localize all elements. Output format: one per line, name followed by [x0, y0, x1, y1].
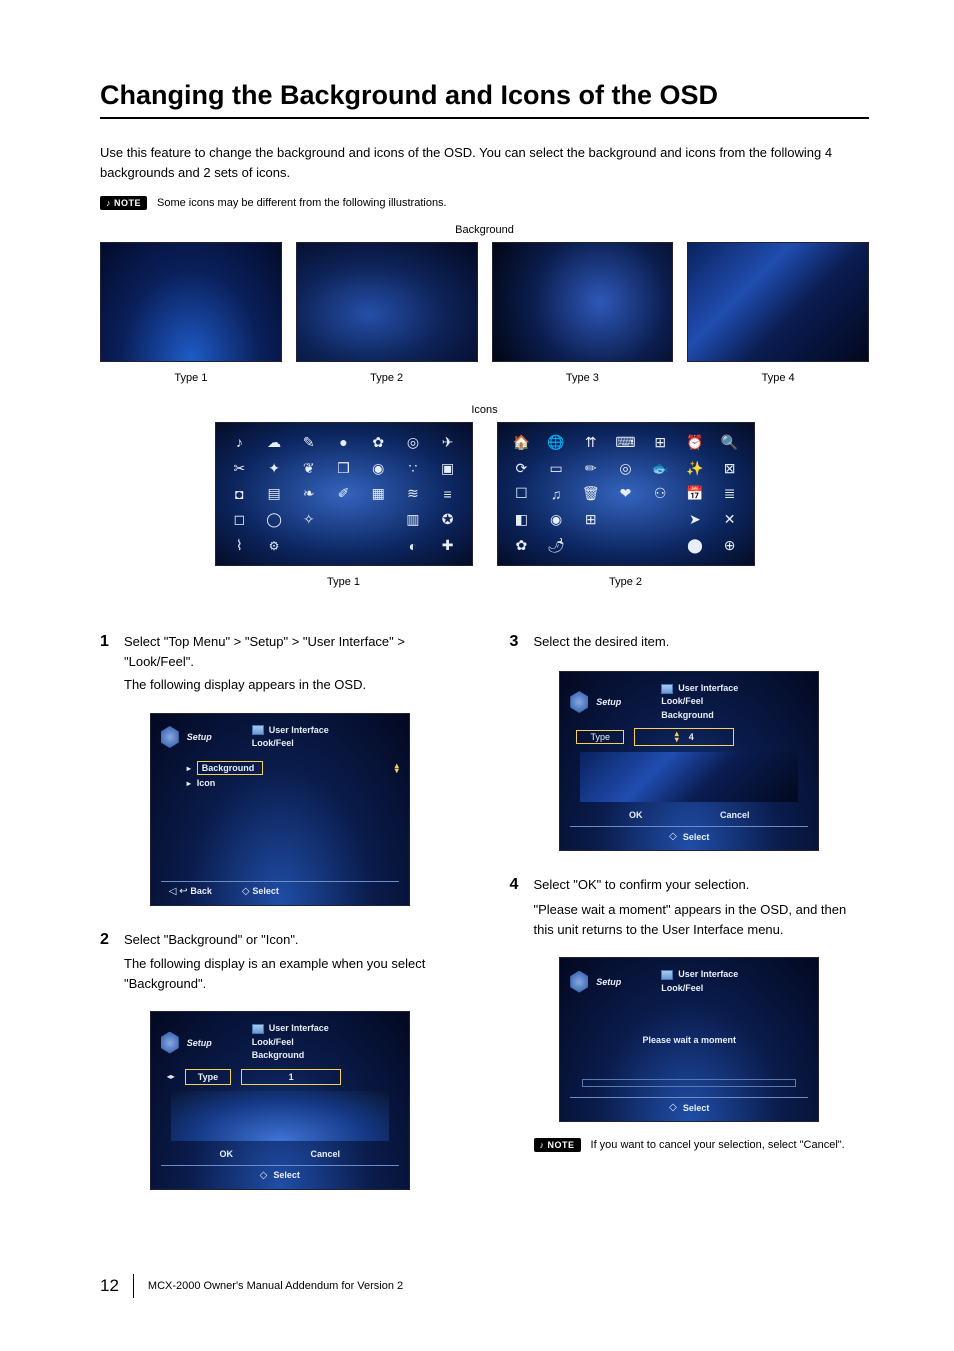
osd-lookfeel-label-3: Look/Feel: [661, 695, 738, 709]
bg-thumb-3: [492, 242, 674, 362]
osd-lookfeel-label: Look/Feel: [252, 737, 329, 751]
right-column: 3 Select the desired item. Setup User In…: [510, 632, 870, 1194]
osd-setup-label-4: Setup: [596, 977, 621, 987]
bg-type-1: Type 1: [100, 242, 282, 384]
osd-select-3: Select: [683, 832, 710, 842]
osd-ui-label-2: User Interface: [269, 1022, 329, 1036]
note-icon: NOTE: [100, 196, 147, 210]
bg-thumb-1: [100, 242, 282, 362]
step-1-text: Select "Top Menu" > "Setup" > "User Inte…: [124, 632, 460, 671]
osd-screenshot-4: Setup User Interface Look/Feel Please wa…: [559, 957, 819, 1122]
step-2: 2 Select "Background" or "Icon". The fol…: [100, 930, 460, 994]
osd-lookfeel-label-4: Look/Feel: [661, 982, 738, 996]
note-text: Some icons may be different from the fol…: [157, 197, 447, 209]
step-4-num: 4: [510, 875, 524, 896]
icon-set-1: ♪☁✎●✿◎✈ ✂✦❦❒◉∵▣ ◘▤❧✐▦≋≡ ◻◯✧▥✪ ⌇⚙◐✚ Type …: [215, 422, 473, 588]
osd-setup-label: Setup: [187, 732, 212, 742]
step-1: 1 Select "Top Menu" > "Setup" > "User In…: [100, 632, 460, 695]
osd-setup-label-2: Setup: [187, 1038, 212, 1048]
osd-screenshot-2: Setup User Interface Look/Feel Backgroun…: [150, 1011, 410, 1190]
note-2-text: If you want to cancel your selection, se…: [591, 1139, 845, 1151]
ui-icon: [661, 970, 673, 980]
osd-item-icon: Icon: [197, 778, 216, 788]
bg-thumb-2: [296, 242, 478, 362]
step-4: 4 Select "OK" to confirm your selection.…: [510, 875, 870, 939]
step-1-sub: The following display appears in the OSD…: [124, 675, 460, 695]
osd-select-4: Select: [683, 1103, 710, 1113]
icon-set-1-label: Type 1: [327, 576, 360, 588]
icon-grid-1: ♪☁✎●✿◎✈ ✂✦❦❒◉∵▣ ◘▤❧✐▦≋≡ ◻◯✧▥✪ ⌇⚙◐✚: [215, 422, 473, 566]
bg-type-4: Type 4: [687, 242, 869, 384]
osd-preview-1: [171, 1091, 389, 1141]
bg-type-2-label: Type 2: [370, 372, 403, 384]
bg-type-1-label: Type 1: [174, 372, 207, 384]
step-2-sub: The following display is an example when…: [124, 954, 460, 993]
osd-item-background: Background: [197, 761, 264, 775]
step-3-text: Select the desired item.: [534, 632, 670, 653]
osd-ok-1: OK: [219, 1149, 233, 1159]
background-label: Background: [100, 224, 869, 236]
page-footer: 12 MCX-2000 Owner's Manual Addendum for …: [100, 1274, 869, 1298]
left-column: 1 Select "Top Menu" > "Setup" > "User In…: [100, 632, 460, 1194]
setup-icon: [570, 691, 588, 713]
osd-type-label-3: Type: [576, 730, 624, 744]
bg-type-3-label: Type 3: [566, 372, 599, 384]
ui-icon: [661, 684, 673, 694]
osd-lookfeel-label-2: Look/Feel: [252, 1036, 329, 1050]
bg-thumb-4: [687, 242, 869, 362]
ui-icon: [252, 725, 264, 735]
osd-back-label: Back: [190, 886, 212, 896]
osd-type-value-1: 1: [289, 1072, 294, 1082]
osd-cancel-3: Cancel: [720, 810, 750, 820]
icon-set-2-label: Type 2: [609, 576, 642, 588]
bg-type-2: Type 2: [296, 242, 478, 384]
step-2-num: 2: [100, 930, 114, 951]
step-4-text: Select "OK" to confirm your selection.: [534, 875, 750, 896]
icons-label: Icons: [100, 404, 869, 416]
osd-ui-label-4: User Interface: [678, 968, 738, 982]
osd-wait-message: Please wait a moment: [570, 1035, 808, 1045]
osd-background-breadcrumb: Background: [252, 1049, 329, 1063]
osd-background-breadcrumb-3: Background: [661, 709, 738, 723]
ui-icon: [252, 1024, 264, 1034]
step-1-num: 1: [100, 632, 114, 671]
osd-setup-label-3: Setup: [596, 697, 621, 707]
setup-icon: [161, 1032, 179, 1054]
osd-preview-3: [580, 752, 798, 802]
osd-screenshot-3: Setup User Interface Look/Feel Backgroun…: [559, 671, 819, 852]
page-title: Changing the Background and Icons of the…: [100, 80, 869, 111]
osd-cancel-1: Cancel: [310, 1149, 340, 1159]
setup-icon: [161, 726, 179, 748]
bg-type-3: Type 3: [492, 242, 674, 384]
osd-select-label: Select: [252, 886, 279, 896]
footer-divider: [133, 1274, 134, 1298]
icon-set-2: 🏠🌐⇈⌨⊞⏰🔍 ⟳▭✏◎🐟✨⊠ ☐♫🗑❤⚇📅≣ ◧◉⊞➤✕ ✿🌶⬤⊕ Type …: [497, 422, 755, 588]
osd-select-2: Select: [273, 1170, 300, 1180]
background-thumbnails-row: Type 1 Type 2 Type 3 Type 4: [100, 242, 869, 384]
bg-type-4-label: Type 4: [762, 372, 795, 384]
page-number: 12: [100, 1276, 119, 1296]
icon-grid-2: 🏠🌐⇈⌨⊞⏰🔍 ⟳▭✏◎🐟✨⊠ ☐♫🗑❤⚇📅≣ ◧◉⊞➤✕ ✿🌶⬤⊕: [497, 422, 755, 566]
note-icon: NOTE: [534, 1138, 581, 1152]
step-4-sub: "Please wait a moment" appears in the OS…: [534, 900, 870, 939]
icon-sets-row: ♪☁✎●✿◎✈ ✂✦❦❒◉∵▣ ◘▤❧✐▦≋≡ ◻◯✧▥✪ ⌇⚙◐✚ Type …: [100, 422, 869, 588]
osd-screenshot-1: Setup User Interface Look/Feel Backgroun…: [150, 713, 410, 906]
note-line-1: NOTE Some icons may be different from th…: [100, 196, 869, 210]
step-2-text: Select "Background" or "Icon".: [124, 930, 299, 951]
title-rule: [100, 117, 869, 119]
osd-type-label: Type: [185, 1069, 231, 1085]
setup-icon: [570, 971, 588, 993]
osd-ok-3: OK: [629, 810, 643, 820]
note-line-2: NOTE If you want to cancel your selectio…: [534, 1138, 870, 1152]
step-3: 3 Select the desired item.: [510, 632, 870, 653]
intro-paragraph: Use this feature to change the backgroun…: [100, 143, 869, 182]
osd-ui-label-3: User Interface: [678, 682, 738, 696]
step-3-num: 3: [510, 632, 524, 653]
osd-type-value-4: 4: [689, 732, 694, 742]
footer-text: MCX-2000 Owner's Manual Addendum for Ver…: [148, 1280, 403, 1292]
osd-ui-label: User Interface: [269, 724, 329, 738]
